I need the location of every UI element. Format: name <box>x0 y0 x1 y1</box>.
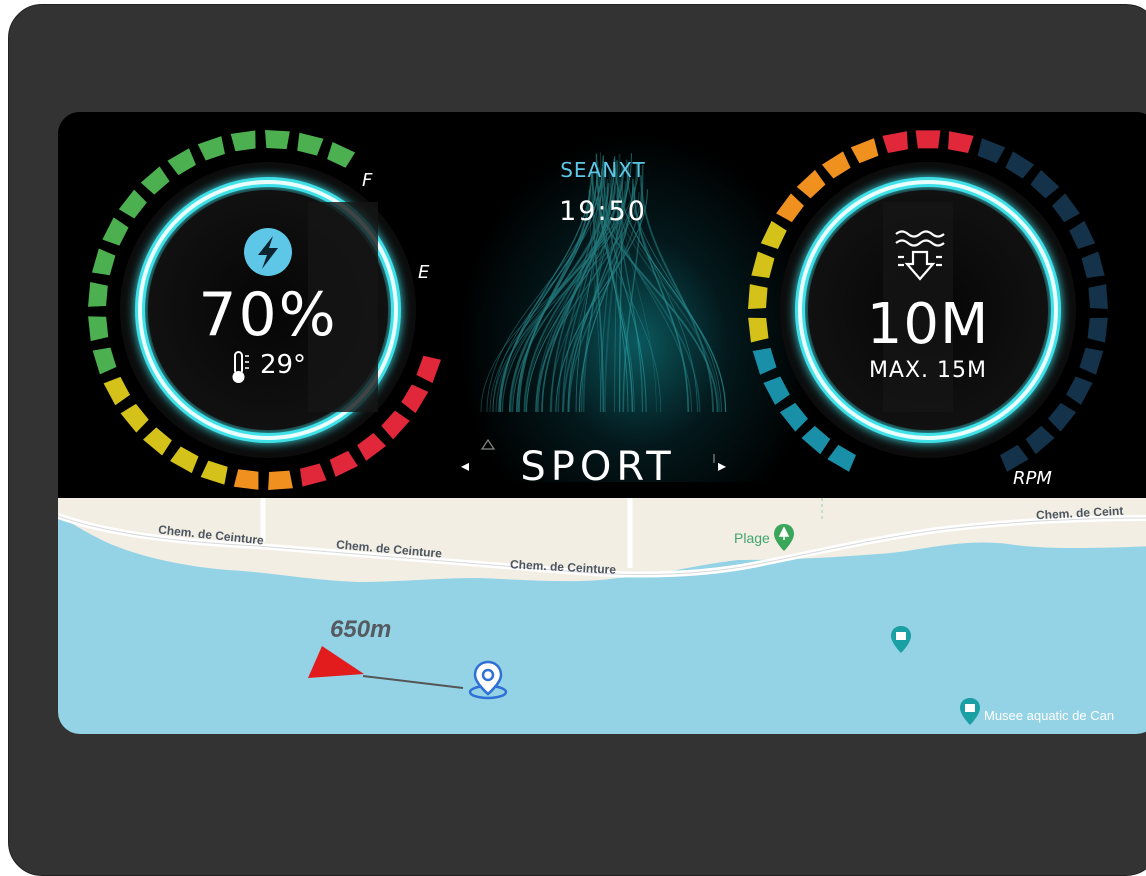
max-depth: MAX. 15M <box>843 358 1013 383</box>
temperature: 29° <box>220 350 320 380</box>
battery-tick <box>297 133 323 156</box>
battery-tick <box>88 282 108 307</box>
battery-tick <box>231 130 256 151</box>
depth-tick <box>1088 318 1108 343</box>
battery-tick <box>104 377 130 405</box>
fuel-full-label: F <box>362 170 372 191</box>
battery-tick <box>143 427 172 455</box>
map-view[interactable]: Chem. de Ceinture Chem. de Ceinture Chem… <box>58 498 1146 734</box>
beach-label: Plage <box>734 530 770 546</box>
location-pin-icon[interactable] <box>466 658 510 702</box>
battery-tick <box>119 190 147 219</box>
battery-tick <box>198 136 225 160</box>
battery-tick <box>141 166 170 194</box>
museum-label: Musee aquatic de Can <box>984 708 1114 723</box>
battery-percent: 70% <box>183 280 353 350</box>
battery-tick <box>265 130 290 149</box>
mode-next-button[interactable]: ▸ <box>718 456 726 475</box>
depth-tick <box>751 252 774 278</box>
distance-label: 650m <box>330 616 391 644</box>
battery-tick <box>102 217 128 245</box>
depth-tick <box>1079 348 1103 375</box>
depth-tick <box>797 170 826 198</box>
depth-tick <box>1069 221 1095 249</box>
mode-selector: ◂ SPORT ▸ <box>453 442 753 490</box>
brand-logo: SEANXT <box>513 158 693 182</box>
depth-tick <box>1026 426 1055 454</box>
battery-tick <box>234 469 259 490</box>
museum-pin-icon[interactable] <box>960 698 980 726</box>
depth-tick <box>776 193 804 222</box>
depth-tick <box>1048 403 1076 432</box>
battery-tick <box>416 356 441 383</box>
beach-pin-icon[interactable] <box>774 524 794 552</box>
depth-tick <box>882 131 908 153</box>
battery-tick <box>381 411 409 440</box>
battery-tick <box>88 316 108 341</box>
battery-tick <box>167 148 196 175</box>
battery-tick <box>92 249 115 276</box>
depth-tick <box>753 348 777 375</box>
battery-tick <box>121 404 149 433</box>
battery-tick <box>201 461 228 485</box>
clock: 19:50 <box>523 196 683 227</box>
battery-tick <box>170 446 198 473</box>
depth-tick <box>851 138 879 163</box>
depth-tick <box>801 426 830 454</box>
depth-tick <box>763 377 789 405</box>
dashboard-screen: SEANXT 19:50 70% 29° 10M MAX. 15M F E RP… <box>58 112 1146 734</box>
depth-tick <box>780 403 808 432</box>
bolt-icon <box>244 228 292 276</box>
heading-arrow-icon <box>308 646 368 680</box>
temperature-value: 29° <box>260 350 306 380</box>
depth-tick <box>1005 151 1034 178</box>
rpm-label: RPM <box>1013 468 1052 489</box>
depth-tick <box>748 318 768 343</box>
battery-tick <box>330 451 358 477</box>
depth-tick <box>827 445 856 472</box>
instrument-cluster: SEANXT 19:50 70% 29° 10M MAX. 15M F E RP… <box>58 112 1146 498</box>
battery-tick <box>357 433 386 461</box>
depth-tick <box>748 284 768 309</box>
depth-tick <box>1082 252 1105 278</box>
mode-label: SPORT <box>493 444 703 490</box>
depth-tick <box>978 138 1006 163</box>
battery-tick <box>327 142 355 168</box>
battery-tick <box>268 471 293 490</box>
depth-tick <box>761 221 787 249</box>
battery-tick <box>401 385 428 414</box>
museum-pin-icon[interactable] <box>891 626 911 654</box>
battery-tick <box>300 464 326 487</box>
depth-tick <box>1031 170 1060 198</box>
depth-value: 10M <box>848 292 1008 357</box>
depth-tick <box>948 131 974 153</box>
depth-tick <box>1066 377 1092 405</box>
depth-tick <box>822 151 851 178</box>
depth-tick <box>1052 193 1080 222</box>
fuel-empty-label: E <box>418 262 429 283</box>
mode-prev-button[interactable]: ◂ <box>461 456 469 475</box>
battery-tick <box>93 348 117 375</box>
depth-tick <box>916 130 941 148</box>
depth-tick <box>1088 284 1108 309</box>
